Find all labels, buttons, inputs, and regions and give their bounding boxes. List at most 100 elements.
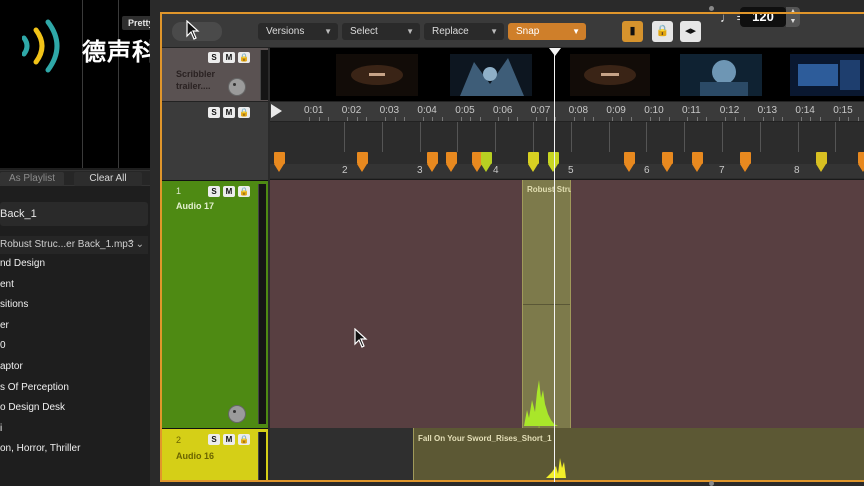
tempo-stepper[interactable]: ▲ ▼ — [786, 7, 800, 27]
solo-button[interactable]: S — [208, 107, 220, 118]
hit-point-marker[interactable] — [662, 152, 673, 172]
grid-line — [495, 122, 497, 152]
video-frame-thumbnail — [790, 54, 864, 96]
tag-item[interactable]: ent — [0, 275, 148, 296]
ruler-tick — [592, 117, 594, 121]
tag-item[interactable]: sitions — [0, 295, 148, 316]
track-header-audio-16[interactable]: 2 Audio 16 S M 🔒 — [162, 428, 268, 480]
select-label: Select — [350, 26, 378, 37]
tempo-input[interactable]: 120 — [740, 7, 786, 27]
hit-point-marker[interactable] — [481, 152, 492, 172]
hit-point-marker[interactable] — [528, 152, 539, 172]
ruler-tick — [555, 117, 557, 121]
level-meter — [258, 184, 266, 424]
hit-point-marker[interactable] — [692, 152, 703, 172]
playhead[interactable] — [554, 48, 555, 482]
ruler-tick — [725, 117, 727, 121]
ruler-tick — [772, 117, 774, 121]
time-label: 0:11 — [682, 105, 701, 116]
beat-label: 5 — [568, 165, 574, 176]
versions-dropdown[interactable]: Versions ▼ — [258, 23, 338, 40]
hit-point-marker[interactable] — [427, 152, 438, 172]
file-select[interactable]: Robust Struc...er Back_1.mp3 ⌃⌄ — [0, 236, 148, 254]
hit-point-marker[interactable] — [357, 152, 368, 172]
time-label: 0:10 — [644, 105, 664, 116]
hit-point-marker[interactable] — [446, 152, 457, 172]
lock-icon[interactable]: 🔒 — [238, 107, 250, 118]
grid-line — [835, 122, 837, 152]
solo-button[interactable]: S — [208, 186, 220, 197]
audio-clip[interactable]: Fall On Your Sword_Rises_Short_1 — [413, 428, 864, 480]
grid-line — [797, 122, 799, 152]
mute-button[interactable]: M — [223, 52, 235, 63]
ruler-tick — [385, 117, 387, 121]
solo-button[interactable]: S — [208, 434, 220, 445]
tag-item[interactable]: 0 — [0, 336, 148, 357]
marker-lane[interactable]: 2 3 4 5 6 7 8 — [270, 122, 864, 180]
tag-item[interactable]: er — [0, 316, 148, 337]
time-ruler[interactable]: 0:01 0:02 0:03 0:04 0:05 0:06 0:07 0:08 0:09 0:10… — [270, 102, 864, 122]
ruler-tick — [687, 117, 689, 121]
app-window: As Playlist Clear All Back_1 Robust Stru… — [0, 0, 864, 486]
ruler-tick — [347, 117, 349, 121]
video-frame-thumbnail — [570, 54, 650, 96]
beat-label: 7 — [719, 165, 725, 176]
replace-dropdown[interactable]: Replace ▼ — [424, 23, 504, 40]
versions-label: Versions — [266, 26, 305, 37]
as-playlist-button[interactable]: As Playlist — [0, 172, 64, 186]
tag-item[interactable]: aptor — [0, 357, 148, 378]
ruler-tick — [318, 117, 320, 121]
tag-item[interactable]: on, Horror, Thriller — [0, 439, 148, 460]
mute-button[interactable]: M — [223, 107, 235, 118]
selected-track-name[interactable]: Back_1 — [0, 202, 148, 226]
play-icon[interactable] — [271, 104, 282, 118]
track-buttons: S M 🔒 — [208, 186, 253, 197]
dropdown-arrow-icon: ▼ — [490, 27, 498, 36]
ruler-tick — [838, 117, 840, 121]
track-header-audio-17[interactable]: 1 Audio 17 S M 🔒 — [162, 180, 268, 428]
mute-button[interactable]: M — [223, 186, 235, 197]
volume-knob[interactable] — [228, 78, 246, 96]
time-label: 0:07 — [530, 105, 551, 116]
tag-item[interactable]: s Of Perception — [0, 378, 148, 399]
ruler-tick — [848, 117, 850, 121]
snap-dropdown[interactable]: Snap ▼ — [508, 23, 586, 40]
hit-point-marker[interactable] — [624, 152, 635, 172]
ruler-buttons: S M 🔒 — [208, 107, 253, 118]
select-dropdown[interactable]: Select ▼ — [342, 23, 420, 40]
sound-wave-logo-icon — [22, 19, 60, 73]
tag-item[interactable]: i — [0, 419, 148, 440]
lock-icon[interactable]: 🔒 — [238, 186, 250, 197]
hit-point-marker[interactable] — [274, 152, 285, 172]
ruler-tick — [441, 117, 443, 121]
grid-line — [344, 122, 345, 152]
resize-button[interactable]: ◂▸ — [680, 21, 701, 42]
time-label: 0:15 — [833, 105, 853, 116]
grid-line — [759, 122, 761, 152]
marker-tool-button[interactable]: ▮ — [622, 21, 643, 42]
video-frame-thumbnail — [450, 54, 532, 96]
tag-item[interactable]: o Design Desk — [0, 398, 148, 419]
lock-icon[interactable]: 🔒 — [238, 52, 250, 63]
lock-icon[interactable]: 🔒 — [238, 434, 250, 445]
playhead-handle[interactable] — [549, 48, 561, 56]
solo-button[interactable]: S — [208, 52, 220, 63]
ruler-tick — [781, 117, 783, 121]
ruler-tick — [734, 117, 736, 121]
track-name: Audio 17 — [176, 201, 215, 211]
clear-all-button[interactable]: Clear All — [74, 172, 142, 186]
volume-knob[interactable] — [228, 405, 246, 423]
hit-point-marker[interactable] — [816, 152, 827, 172]
time-label: 0:09 — [606, 105, 626, 116]
ruler-tick — [545, 117, 547, 121]
track-name: Audio 16 — [176, 451, 215, 461]
tag-item[interactable]: nd Design — [0, 254, 148, 275]
mute-button[interactable]: M — [223, 434, 235, 445]
beat-label: 4 — [493, 165, 499, 176]
video-frame-thumbnail — [336, 54, 418, 96]
hit-point-marker[interactable] — [858, 152, 864, 172]
track-buttons: S M 🔒 — [208, 434, 253, 445]
hit-point-marker[interactable] — [740, 152, 751, 172]
lock-marker-button[interactable]: 🔒 — [652, 21, 673, 42]
audio-clip[interactable]: Robust Structure Back_1 — [522, 180, 571, 478]
